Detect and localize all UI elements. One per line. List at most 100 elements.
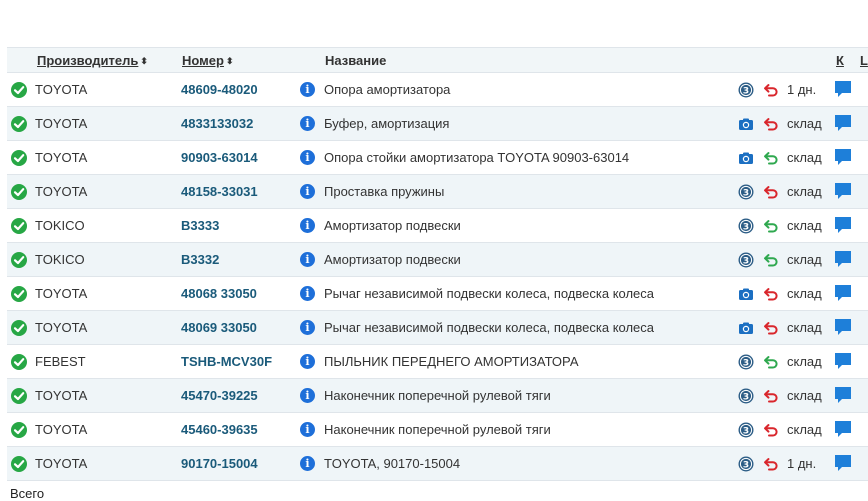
return-arrow-icon xyxy=(763,82,779,98)
message-bubble-icon[interactable] xyxy=(834,114,852,132)
header-k[interactable]: К xyxy=(836,53,844,68)
check-circle-icon xyxy=(11,320,27,336)
check-circle-icon xyxy=(11,354,27,370)
info-icon[interactable]: i xyxy=(300,354,315,369)
part-number-link[interactable]: 48609-48020 xyxy=(181,82,258,97)
message-bubble-icon[interactable] xyxy=(834,386,852,404)
message-bubble-icon[interactable] xyxy=(834,284,852,302)
table-row[interactable]: FEBEST TSHB-MCV30F i ПЫЛЬНИК ПЕРЕДНЕГО АМОР… xyxy=(7,345,868,379)
check-circle-icon xyxy=(11,286,27,302)
part-name-cell: Рычаг независимой подвески колеса, подве… xyxy=(324,286,655,301)
part-number-link[interactable]: TSHB-MCV30F xyxy=(181,354,272,369)
svg-text:3: 3 xyxy=(743,358,749,368)
info-icon[interactable]: i xyxy=(300,456,315,471)
stock-cell: склад xyxy=(787,422,822,437)
return-arrow-icon xyxy=(763,150,779,166)
info-icon[interactable]: i xyxy=(300,388,315,403)
return-arrow-icon xyxy=(763,456,779,472)
message-bubble-icon[interactable] xyxy=(834,148,852,166)
message-bubble-icon[interactable] xyxy=(834,352,852,370)
camera-icon[interactable] xyxy=(738,320,754,336)
return-arrow-icon xyxy=(763,422,779,438)
header-name: Название xyxy=(325,53,387,68)
info-icon[interactable]: i xyxy=(300,422,315,437)
part-name-cell: Наконечник поперечной рулевой тяги xyxy=(324,422,551,437)
part-number-link[interactable]: 48068 33050 xyxy=(181,286,257,301)
table-row[interactable]: TOYOTA 48158-33031 i Проставка пружины 3 скла… xyxy=(7,175,868,209)
part-number-link[interactable]: 90170-15004 xyxy=(181,456,258,471)
table-row[interactable]: TOYOTA 48609-48020 i Опора амортизатора 3 1 д… xyxy=(7,73,868,107)
svg-text:3: 3 xyxy=(743,426,749,436)
source-badge-icon[interactable]: 3 xyxy=(738,218,754,234)
source-badge-icon[interactable]: 3 xyxy=(738,422,754,438)
info-icon[interactable]: i xyxy=(300,218,315,233)
return-arrow-icon xyxy=(763,252,779,268)
return-arrow-icon xyxy=(763,218,779,234)
brand-cell: TOYOTA xyxy=(35,320,88,335)
camera-icon[interactable] xyxy=(738,116,754,132)
message-bubble-icon[interactable] xyxy=(834,216,852,234)
part-number-link[interactable]: 4833133032 xyxy=(181,116,253,131)
header-l[interactable]: L xyxy=(860,53,868,68)
message-bubble-icon[interactable] xyxy=(834,420,852,438)
message-bubble-icon[interactable] xyxy=(834,182,852,200)
brand-cell: TOKICO xyxy=(35,252,85,267)
table-row[interactable]: TOYOTA 4833133032 i Буфер, амортизация склад xyxy=(7,107,868,141)
stock-cell: склад xyxy=(787,218,822,233)
part-number-link[interactable]: 48069 33050 xyxy=(181,320,257,335)
table-row[interactable]: TOYOTA 45460-39635 i Наконечник поперечной … xyxy=(7,413,868,447)
info-icon[interactable]: i xyxy=(300,82,315,97)
table-row[interactable]: TOYOTA 48069 33050 i Рычаг независимой подв… xyxy=(7,311,868,345)
info-icon[interactable]: i xyxy=(300,184,315,199)
check-circle-icon xyxy=(11,388,27,404)
check-circle-icon xyxy=(11,422,27,438)
svg-text:3: 3 xyxy=(743,222,749,232)
part-number-link[interactable]: 45470-39225 xyxy=(181,388,258,403)
sort-icon: ⬍ xyxy=(225,56,234,66)
info-icon[interactable]: i xyxy=(300,286,315,301)
message-bubble-icon[interactable] xyxy=(834,318,852,336)
part-number-link[interactable]: 48158-33031 xyxy=(181,184,258,199)
message-bubble-icon[interactable] xyxy=(834,80,852,98)
part-name-cell: Опора стойки амортизатора TOYOTA 90903-6… xyxy=(324,150,630,165)
source-badge-icon[interactable]: 3 xyxy=(738,388,754,404)
table-row[interactable]: TOKICO B3333 i Амортизатор подвески 3 склад xyxy=(7,209,868,243)
info-icon[interactable]: i xyxy=(300,252,315,267)
part-number-link[interactable]: 45460-39635 xyxy=(181,422,258,437)
table-row[interactable]: TOYOTA 48068 33050 i Рычаг независимой подв… xyxy=(7,277,868,311)
info-icon[interactable]: i xyxy=(300,320,315,335)
source-badge-icon[interactable]: 3 xyxy=(738,252,754,268)
table-row[interactable]: TOKICO B3332 i Амортизатор подвески 3 склад xyxy=(7,243,868,277)
check-circle-icon xyxy=(11,456,27,472)
source-badge-icon[interactable]: 3 xyxy=(738,354,754,370)
camera-icon[interactable] xyxy=(738,150,754,166)
check-circle-icon xyxy=(11,116,27,132)
part-name-cell: Амортизатор подвески xyxy=(324,252,461,267)
brand-cell: TOYOTA xyxy=(35,456,88,471)
info-icon[interactable]: i xyxy=(300,116,315,131)
source-badge-icon[interactable]: 3 xyxy=(738,456,754,472)
source-badge-icon[interactable]: 3 xyxy=(738,184,754,200)
header-manufacturer-label: Производитель xyxy=(37,53,139,68)
stock-cell: 1 дн. xyxy=(787,456,817,471)
info-icon[interactable]: i xyxy=(300,150,315,165)
message-bubble-icon[interactable] xyxy=(834,454,852,472)
part-name-cell: Проставка пружины xyxy=(324,184,445,199)
check-circle-icon xyxy=(11,218,27,234)
brand-cell: TOKICO xyxy=(35,218,85,233)
check-circle-icon xyxy=(11,184,27,200)
table-row[interactable]: TOYOTA 45470-39225 i Наконечник поперечной … xyxy=(7,379,868,413)
header-manufacturer[interactable]: Производитель ⬍ xyxy=(37,53,148,68)
brand-cell: TOYOTA xyxy=(35,116,88,131)
brand-cell: TOYOTA xyxy=(35,388,88,403)
part-number-link[interactable]: B3332 xyxy=(181,252,219,267)
return-arrow-icon xyxy=(763,354,779,370)
part-number-link[interactable]: B3333 xyxy=(181,218,219,233)
source-badge-icon[interactable]: 3 xyxy=(738,82,754,98)
table-row[interactable]: TOYOTA 90903-63014 i Опора стойки амортизат… xyxy=(7,141,868,175)
message-bubble-icon[interactable] xyxy=(834,250,852,268)
table-row[interactable]: TOYOTA 90170-15004 i TOYOTA, 90170-15004 3 1 … xyxy=(7,447,868,481)
camera-icon[interactable] xyxy=(738,286,754,302)
part-number-link[interactable]: 90903-63014 xyxy=(181,150,258,165)
header-number[interactable]: Номер ⬍ xyxy=(182,53,234,68)
